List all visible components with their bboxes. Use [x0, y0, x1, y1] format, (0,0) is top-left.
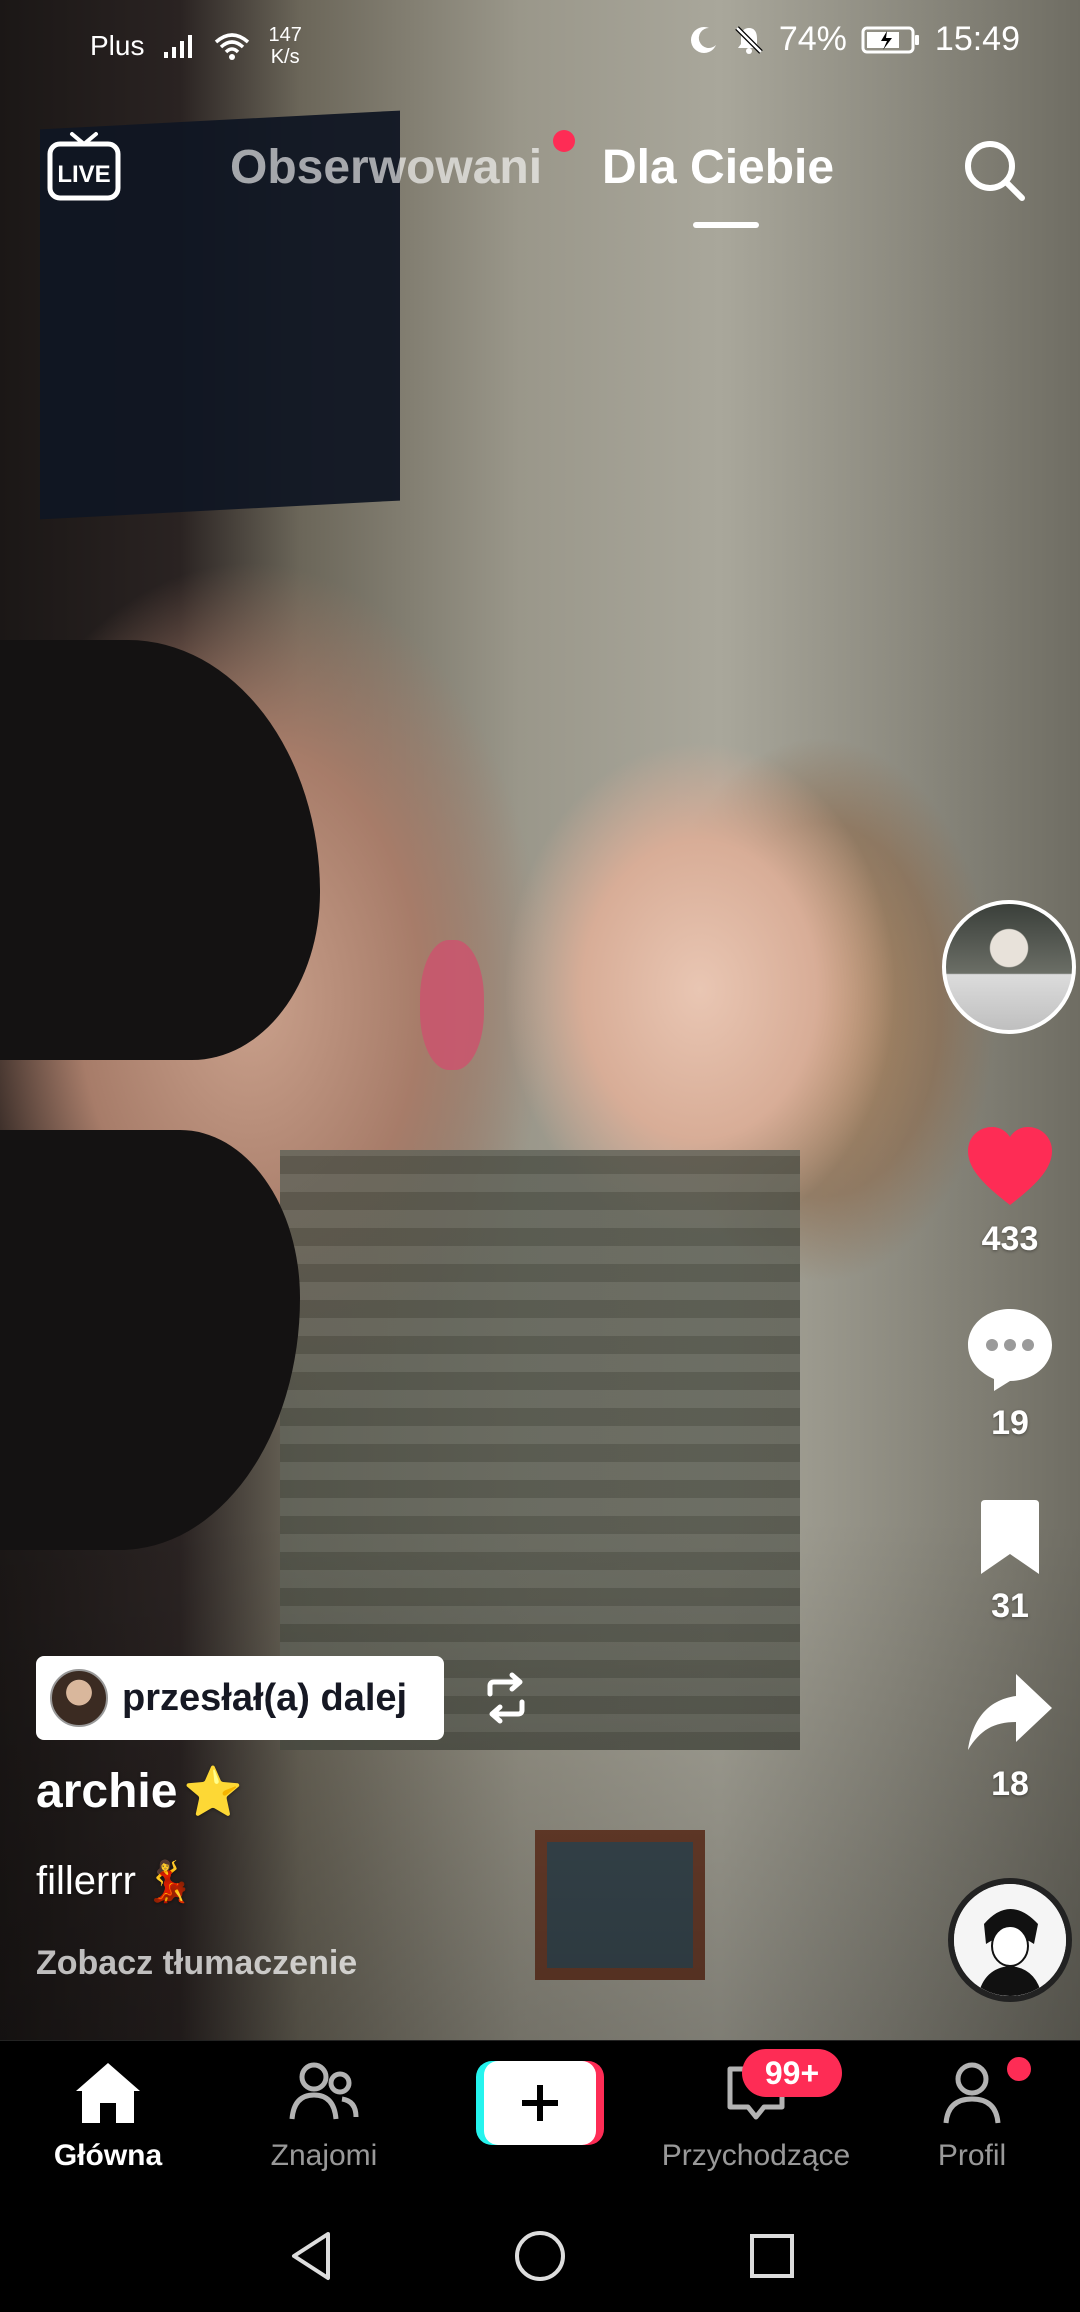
- video-face-detail: [420, 940, 484, 1070]
- comment-button[interactable]: 19: [940, 1305, 1080, 1443]
- carrier-label: Plus: [90, 30, 145, 61]
- dancer-emoji: 💃: [143, 1860, 194, 1904]
- tab-home[interactable]: Główna: [8, 2059, 208, 2173]
- tab-friends[interactable]: Znajomi: [224, 2059, 424, 2173]
- battery-icon: [861, 26, 919, 53]
- star-emoji: ⭐: [183, 1766, 244, 1819]
- battery-percent: 74%: [778, 20, 847, 58]
- network-speed: 147 K/s: [268, 24, 302, 68]
- friends-icon: [289, 2062, 359, 2120]
- inbox-badge: 99+: [742, 2049, 842, 2097]
- save-count: 31: [991, 1587, 1029, 1625]
- recents-square-icon[interactable]: [744, 2228, 800, 2284]
- video-shirt-region: [0, 640, 320, 1060]
- author-username[interactable]: archie ⭐: [36, 1763, 243, 1820]
- save-button[interactable]: 31: [940, 1498, 1080, 1626]
- tab-inbox-label: Przychodzące: [661, 2139, 851, 2172]
- see-translation-link[interactable]: Zobacz tłumaczenie: [36, 1944, 357, 1983]
- system-navigation-bar: [0, 2200, 1080, 2312]
- post-caption[interactable]: fillerrr 💃: [36, 1858, 194, 1905]
- back-triangle-icon[interactable]: [284, 2228, 340, 2284]
- live-tv-icon: LIVE: [47, 132, 121, 201]
- music-cover-art: [954, 1884, 1066, 1996]
- username-text: archie: [36, 1765, 178, 1818]
- tab-profile-label: Profil: [937, 2139, 1007, 2172]
- profile-notification-dot: [1007, 2057, 1031, 2081]
- tab-home-label: Główna: [53, 2139, 163, 2172]
- tab-following[interactable]: Obserwowani: [230, 140, 542, 195]
- author-avatar[interactable]: [942, 900, 1076, 1034]
- music-disc[interactable]: [948, 1878, 1072, 2002]
- profile-icon: [943, 2062, 1001, 2124]
- caption-text: fillerrr: [36, 1859, 136, 1903]
- home-circle-icon[interactable]: [512, 2228, 568, 2284]
- heart-icon: [968, 1127, 1052, 1205]
- home-icon: [76, 2063, 140, 2123]
- like-button[interactable]: 433: [940, 1125, 1080, 1259]
- comment-bubble-icon: [968, 1309, 1052, 1391]
- action-rail: 433 19 31 18: [940, 0, 1080, 2040]
- repost-label: przesłał(a) dalej: [122, 1676, 408, 1719]
- repost-button[interactable]: [478, 1670, 534, 1726]
- status-bar: Plus 147 K/s 74% 15:49: [0, 0, 1080, 80]
- share-arrow-icon: [968, 1674, 1052, 1750]
- repost-arrows-icon: [487, 1672, 525, 1724]
- reposter-avatar: [50, 1669, 108, 1727]
- tab-profile[interactable]: Profil: [872, 2059, 1072, 2173]
- create-post-button[interactable]: [476, 2061, 604, 2145]
- moon-icon: [690, 26, 716, 53]
- repost-chip[interactable]: przesłał(a) dalej: [36, 1656, 444, 1740]
- active-tab-indicator: [693, 222, 759, 228]
- tab-for-you[interactable]: Dla Ciebie: [602, 140, 834, 195]
- plus-icon: [522, 2085, 558, 2121]
- live-label: LIVE: [57, 161, 110, 188]
- wifi-icon: [215, 33, 250, 60]
- bookmark-icon: [981, 1500, 1039, 1574]
- comment-count: 19: [991, 1404, 1029, 1442]
- video-shirt-region-lower: [0, 1130, 300, 1550]
- live-button[interactable]: LIVE: [46, 130, 122, 204]
- share-count: 18: [991, 1765, 1029, 1803]
- signal-icon: [164, 35, 193, 58]
- bell-muted-icon: [735, 25, 763, 54]
- bottom-tab-bar: Główna Znajomi Przychodzące 99+ Profil: [0, 2040, 1080, 2200]
- tab-friends-label: Znajomi: [270, 2139, 378, 2172]
- share-button[interactable]: 18: [940, 1670, 1080, 1804]
- like-count: 433: [981, 1220, 1039, 1258]
- top-nav: LIVE Obserwowani Dla Ciebie: [0, 130, 1080, 240]
- following-notification-dot: [553, 130, 575, 152]
